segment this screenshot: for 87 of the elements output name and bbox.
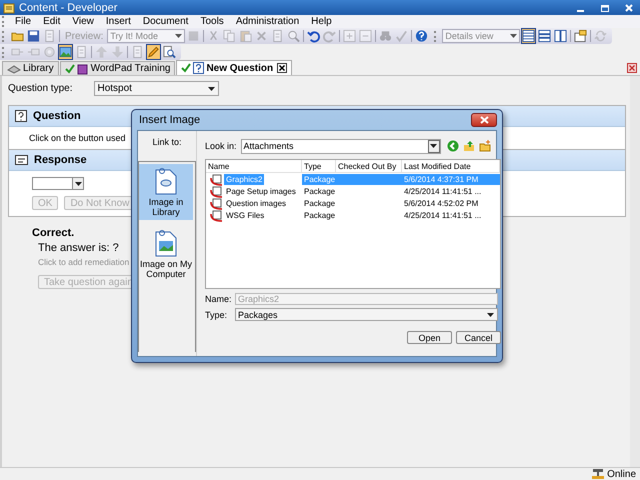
question-icon	[193, 62, 204, 74]
menu-item[interactable]: Document	[136, 16, 194, 27]
columns-icon[interactable]	[553, 28, 568, 44]
window-title: Content - Developer	[19, 2, 118, 14]
package-icon	[210, 198, 223, 210]
place-item[interactable]: Image on My Computer	[139, 226, 193, 282]
book-icon	[76, 62, 89, 74]
app-icon	[3, 2, 15, 14]
file-type: Package	[303, 210, 336, 221]
question-type-dropdown[interactable]: Hotspot	[94, 81, 220, 96]
response-icon	[15, 154, 28, 166]
package-icon	[210, 210, 223, 222]
toolbar-grip[interactable]	[2, 46, 7, 58]
column-header[interactable]: Name	[206, 160, 302, 172]
name-label: Name:	[205, 294, 233, 304]
rows-icon[interactable]	[537, 28, 552, 44]
close-tab-icon[interactable]	[277, 63, 288, 73]
caret-icon	[430, 144, 438, 148]
package-icon	[210, 174, 223, 186]
question-type-label: Question type:	[8, 83, 72, 94]
file-name[interactable]: Page Setup images	[224, 186, 298, 197]
column-header[interactable]: Type	[302, 160, 336, 172]
file-type: Package	[303, 198, 336, 209]
file-type: Package	[303, 186, 336, 197]
file-name[interactable]: WSG Files	[224, 210, 266, 221]
picture-file-icon	[155, 229, 177, 257]
menu-item[interactable]: Help	[305, 16, 338, 27]
document-tab[interactable]: Library	[2, 61, 59, 75]
document-tab[interactable]: New Question	[176, 60, 292, 75]
up-folder-icon[interactable]	[462, 140, 475, 152]
menu-item[interactable]: File	[9, 16, 38, 27]
library-icon	[7, 64, 21, 74]
caret-icon	[175, 34, 182, 38]
column-header[interactable]: Last Modified Date	[402, 160, 500, 172]
link-to-label: Link to:	[152, 137, 182, 149]
preview-label: Preview:	[64, 30, 104, 42]
network-icon	[591, 468, 606, 480]
toolbar-grip[interactable]	[2, 30, 7, 42]
library-image-icon	[155, 167, 177, 195]
look-in-dropdown[interactable]: Attachments	[240, 138, 441, 154]
question-mark-icon	[15, 110, 27, 122]
properties-icon[interactable]	[573, 28, 588, 44]
question-heading: Question	[33, 110, 81, 122]
close-document-icon[interactable]	[627, 63, 637, 73]
caret-icon	[487, 312, 494, 316]
file-name[interactable]: Question images	[224, 198, 288, 209]
pencil-icon[interactable]	[146, 44, 161, 60]
connection-status: Online	[607, 468, 636, 480]
file-date: 4/25/2014 11:41:51 ...	[403, 210, 482, 221]
file-type: Package	[302, 174, 336, 185]
question-text: Click on the button used	[29, 133, 126, 143]
caret-icon	[208, 86, 216, 90]
dialog-title: Insert Image	[139, 114, 200, 126]
feedback-heading: Correct.	[32, 227, 74, 239]
new-folder-icon[interactable]	[478, 140, 491, 152]
caret-icon	[510, 34, 518, 38]
dialog-button[interactable]: Cancel	[456, 331, 501, 344]
dialog-button[interactable]: Open	[407, 331, 452, 344]
document-tab[interactable]: WordPad Training	[60, 61, 176, 75]
close-icon[interactable]	[624, 2, 634, 12]
place-item[interactable]: Image in Library	[139, 164, 193, 220]
column-header[interactable]: Checked Out By	[336, 160, 402, 172]
file-date: 4/25/2014 11:41:51 ...	[403, 186, 482, 197]
help-icon[interactable]	[414, 28, 430, 44]
save-icon[interactable]	[26, 28, 41, 44]
file-date: 5/6/2014 4:52:02 PM	[403, 198, 480, 209]
type-label: Type:	[205, 310, 228, 320]
menu-item[interactable]: View	[66, 16, 100, 27]
close-icon	[480, 116, 488, 124]
answer-dropdown[interactable]	[32, 177, 84, 190]
response-heading: Response	[34, 154, 87, 166]
menu-item[interactable]: Administration	[230, 16, 306, 27]
back-icon[interactable]	[446, 140, 459, 152]
menu-item[interactable]: Insert	[100, 16, 137, 27]
caret-icon	[74, 182, 82, 186]
menu-item[interactable]: Edit	[37, 16, 66, 27]
magnifier-icon[interactable]	[162, 44, 177, 60]
package-icon	[210, 186, 223, 198]
file-date: 5/6/2014 4:37:31 PM	[402, 174, 500, 185]
maximize-icon[interactable]	[600, 2, 610, 12]
grid-icon[interactable]	[521, 28, 536, 44]
look-in-label: Look in:	[205, 141, 237, 151]
menu-item[interactable]: Tools	[194, 16, 230, 27]
picture-icon[interactable]	[58, 44, 73, 60]
answer-text: The answer is: ?	[37, 242, 119, 254]
close-button[interactable]	[471, 113, 497, 127]
type-dropdown[interactable]: Packages	[235, 308, 498, 321]
